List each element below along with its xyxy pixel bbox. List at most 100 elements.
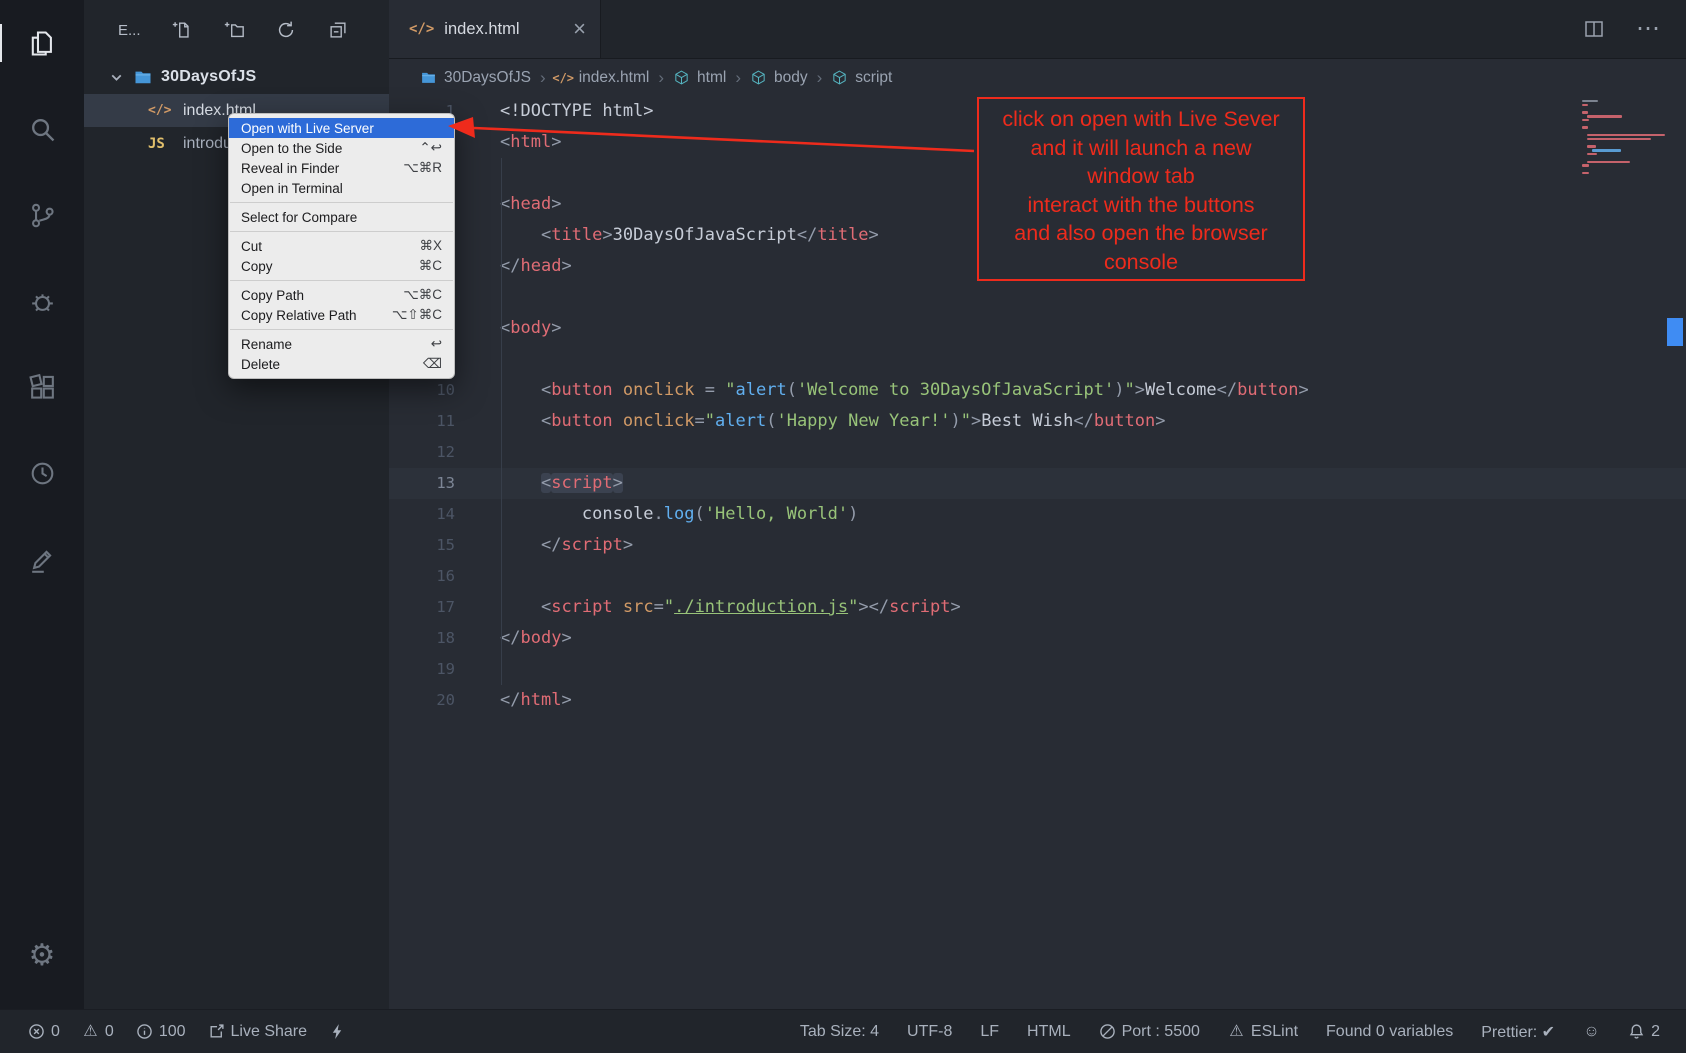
code-line-7[interactable]: 7: [389, 282, 1686, 313]
line-text: [455, 561, 500, 592]
code-line-8[interactable]: 8<body>: [389, 313, 1686, 344]
activity-settings[interactable]: ⚙: [0, 913, 84, 999]
scrollbar-marker[interactable]: [1667, 318, 1683, 346]
menu-item-copy-relative-path[interactable]: Copy Relative Path⌥⇧⌘C: [229, 305, 454, 325]
bell-icon: [1628, 1023, 1645, 1040]
code-line-9[interactable]: 9: [389, 344, 1686, 375]
breadcrumb-body[interactable]: body: [750, 69, 808, 87]
status-info-count[interactable]: 100: [136, 1023, 186, 1041]
status-encoding[interactable]: UTF-8: [907, 1023, 952, 1041]
code-line-19[interactable]: 19: [389, 654, 1686, 685]
tab-index-html[interactable]: </> index.html ×: [389, 0, 601, 58]
breadcrumb-30daysofjs[interactable]: 30DaysOfJS: [420, 69, 531, 87]
status-bar-right: Tab Size: 4 UTF-8 LF HTML Port : 5500 ⚠ESLint…: [800, 1022, 1660, 1042]
menu-item-copy[interactable]: Copy⌘C: [229, 256, 454, 276]
menu-item-label: Copy: [241, 259, 273, 274]
menu-item-delete[interactable]: Delete ⌫: [229, 354, 454, 374]
status-notifications[interactable]: 2: [1628, 1023, 1660, 1041]
line-number: 17: [389, 592, 455, 623]
activity-timer[interactable]: [0, 430, 84, 516]
menu-item-open-to-the-side[interactable]: Open to the Side⌃↩: [229, 138, 454, 158]
status-warnings[interactable]: ⚠0: [82, 1023, 114, 1041]
line-number: 13: [389, 468, 455, 499]
status-live-server-port[interactable]: Port : 5500: [1099, 1023, 1200, 1041]
menu-item-reveal-in-finder[interactable]: Reveal in Finder⌥⌘R: [229, 158, 454, 178]
extensions-icon: [27, 372, 58, 403]
line-text: <script src="./introduction.js"></script…: [455, 592, 961, 623]
code-line-16[interactable]: 16: [389, 561, 1686, 592]
line-text: [455, 344, 500, 375]
menu-item-shortcut: ↩: [431, 336, 442, 352]
menu-separator: [230, 329, 453, 330]
ellipsis-icon: ⋯: [1636, 17, 1660, 41]
code-line-15[interactable]: 15 </script>: [389, 530, 1686, 561]
new-file-button[interactable]: [171, 19, 193, 41]
refresh-icon: [275, 19, 297, 41]
status-live-share[interactable]: Live Share: [208, 1023, 308, 1041]
code-line-14[interactable]: 14 console.log('Hello, World'): [389, 499, 1686, 530]
menu-item-shortcut: ⌫: [423, 356, 442, 372]
breadcrumb-separator: ›: [540, 68, 546, 88]
breadcrumb-label: index.html: [579, 69, 650, 87]
folder-row-30daysofjs[interactable]: 30DaysOfJS: [84, 60, 389, 94]
code-line-10[interactable]: 10 <button onclick = "alert('Welcome to …: [389, 375, 1686, 406]
more-actions-button[interactable]: ⋯: [1636, 17, 1660, 41]
activity-source-control[interactable]: [0, 172, 84, 258]
annotation-line: window tab: [979, 162, 1303, 191]
minimap[interactable]: [1582, 100, 1670, 176]
menu-item-label: Rename: [241, 337, 292, 352]
collapse-icon: [327, 19, 349, 41]
collapse-folders-button[interactable]: [327, 19, 349, 41]
split-icon: [1582, 17, 1606, 41]
status-quick-action[interactable]: [329, 1023, 346, 1040]
status-language-mode[interactable]: HTML: [1027, 1023, 1071, 1041]
cube-icon: [750, 69, 767, 86]
debug-icon: [27, 286, 58, 317]
new-folder-button[interactable]: [223, 19, 245, 41]
tab-close-icon[interactable]: ×: [573, 18, 586, 40]
breadcrumb-script[interactable]: script: [831, 69, 892, 87]
breadcrumb-index-html[interactable]: </>index.html: [555, 69, 650, 87]
status-label: Tab Size: 4: [800, 1023, 879, 1041]
menu-item-rename[interactable]: Rename ↩: [229, 334, 454, 354]
activity-extensions[interactable]: [0, 344, 84, 430]
menu-item-cut[interactable]: Cut⌘X: [229, 236, 454, 256]
status-eslint[interactable]: ⚠ESLint: [1228, 1023, 1298, 1041]
line-number: 11: [389, 406, 455, 437]
menu-item-label: Open with Live Server: [241, 121, 374, 136]
status-found-variables[interactable]: Found 0 variables: [1326, 1023, 1453, 1041]
code-line-11[interactable]: 11 <button onclick="alert('Happy New Yea…: [389, 406, 1686, 437]
breadcrumb-html[interactable]: html: [673, 69, 726, 87]
menu-item-open-in-terminal[interactable]: Open in Terminal: [229, 178, 454, 198]
status-eol[interactable]: LF: [980, 1023, 999, 1041]
activity-explorer[interactable]: [0, 0, 84, 86]
info-icon: [136, 1023, 153, 1040]
menu-item-label: Copy Relative Path: [241, 308, 357, 323]
menu-item-open-with-live-server[interactable]: Open with Live Server: [229, 118, 454, 138]
menu-item-label: Delete: [241, 357, 280, 372]
menu-item-label: Open in Terminal: [241, 181, 343, 196]
status-prettier[interactable]: Prettier: ✔: [1481, 1022, 1555, 1042]
activity-feedback[interactable]: [0, 516, 84, 602]
code-line-20[interactable]: 20</html>: [389, 685, 1686, 716]
menu-item-select-for-compare[interactable]: Select for Compare: [229, 207, 454, 227]
refresh-explorer-button[interactable]: [275, 19, 297, 41]
code-line-12[interactable]: 12: [389, 437, 1686, 468]
split-editor-button[interactable]: [1582, 17, 1606, 41]
status-feedback-smiley[interactable]: ☺: [1583, 1023, 1600, 1040]
folder-label: 30DaysOfJS: [161, 68, 256, 86]
code-line-13[interactable]: 13 <script>: [389, 468, 1686, 499]
line-text: <!DOCTYPE html>: [455, 96, 654, 127]
annotation-line: and it will launch a new: [979, 134, 1303, 163]
menu-separator: [230, 280, 453, 281]
activity-search[interactable]: [0, 86, 84, 172]
status-errors[interactable]: 0: [28, 1023, 60, 1041]
menu-item-copy-path[interactable]: Copy Path⌥⌘C: [229, 285, 454, 305]
activity-run-and-debug[interactable]: [0, 258, 84, 344]
status-label: Found 0 variables: [1326, 1023, 1453, 1041]
code-line-18[interactable]: 18</body>: [389, 623, 1686, 654]
gear-icon: ⚙: [27, 941, 58, 972]
line-number: 12: [389, 437, 455, 468]
code-line-17[interactable]: 17 <script src="./introduction.js"></scr…: [389, 592, 1686, 623]
status-tab-size[interactable]: Tab Size: 4: [800, 1023, 879, 1041]
